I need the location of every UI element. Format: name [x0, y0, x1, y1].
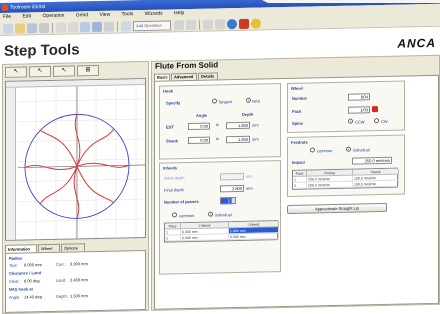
app-root: Toolroom iGrind _ □ x File Edit Operatio…	[0, 0, 440, 314]
screen-frame-wedge	[262, 0, 440, 3]
